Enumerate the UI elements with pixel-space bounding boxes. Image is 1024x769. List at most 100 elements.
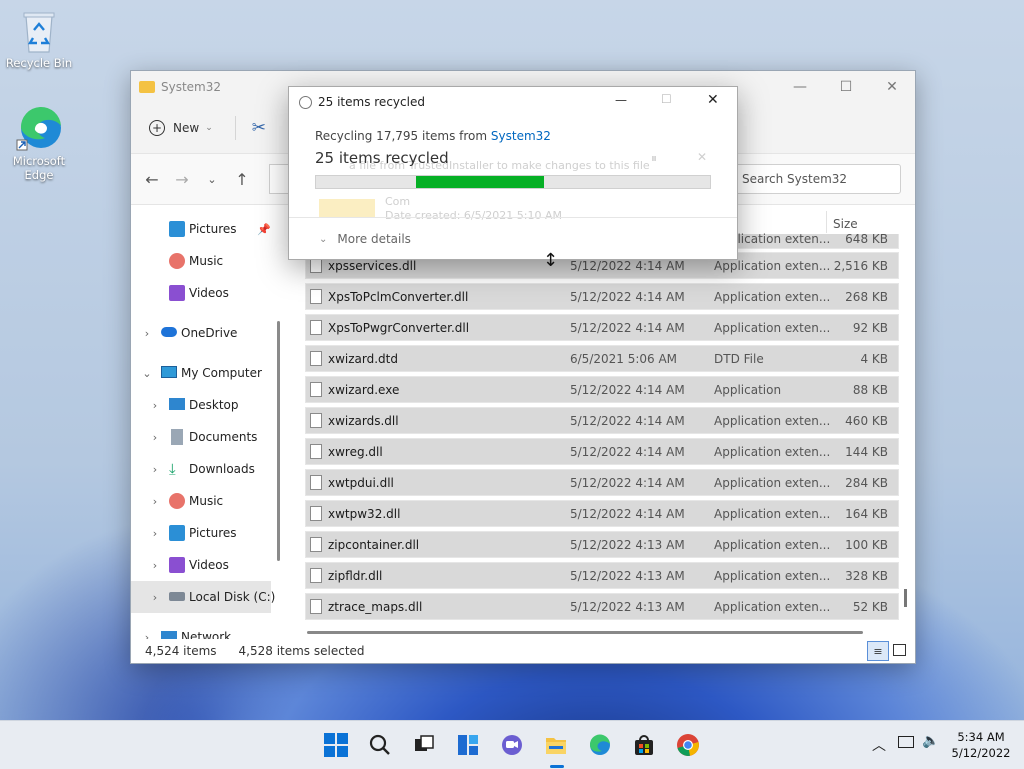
sidebar-item-onedrive[interactable]: › OneDrive: [131, 317, 283, 349]
sidebar-label: Network: [181, 630, 232, 639]
folder-icon: [139, 81, 155, 93]
chevron-up-icon[interactable]: ︿: [872, 735, 886, 755]
sidebar-item-videos[interactable]: Videos: [131, 277, 283, 309]
chevron-right-icon[interactable]: ›: [149, 431, 161, 444]
clock[interactable]: 5:34 AM 5/12/2022: [946, 729, 1016, 761]
start-icon[interactable]: [324, 733, 348, 757]
dialog-minimize-button[interactable]: —: [615, 93, 627, 107]
chrome-icon[interactable]: [676, 733, 700, 757]
dialog-close-button[interactable]: ✕: [707, 92, 719, 108]
sidebar-item-videos-2[interactable]: › Videos: [131, 549, 283, 581]
table-row[interactable]: xwizard.dtd 6/5/2021 5:06 AM DTD File 4 KB: [305, 345, 899, 372]
file-size: 268 KB: [845, 290, 888, 304]
store-icon[interactable]: [632, 733, 656, 757]
chevron-right-icon[interactable]: ›: [141, 631, 153, 640]
search-icon[interactable]: [368, 733, 392, 757]
sidebar-item-local-disk[interactable]: › Local Disk (C:): [131, 581, 275, 613]
sidebar-label: Documents: [189, 430, 258, 444]
network-icon: [161, 631, 177, 639]
edge-taskbar-icon[interactable]: [588, 733, 612, 757]
up-button[interactable]: ↑: [227, 170, 257, 189]
column-header-size[interactable]: Size: [833, 217, 858, 231]
file-list-scrollbar[interactable]: [904, 589, 907, 607]
clock-time: 5:34 AM: [957, 730, 1005, 744]
file-name: xwizards.dll: [328, 414, 399, 428]
chevron-right-icon[interactable]: ›: [149, 591, 161, 604]
file-icon: [310, 413, 322, 428]
back-button[interactable]: ←: [137, 170, 167, 189]
file-icon: [310, 258, 322, 273]
more-details-row[interactable]: ⌄ More details: [289, 217, 737, 260]
table-row[interactable]: XpsToPclmConverter.dll 5/12/2022 4:14 AM A…: [305, 283, 899, 310]
file-name: xwreg.dll: [328, 445, 383, 459]
toolbar-divider: [234, 116, 236, 140]
desktop-icon-recycle-bin[interactable]: Recycle Bin: [4, 8, 74, 70]
new-button[interactable]: + New ⌄: [149, 120, 213, 136]
chevron-down-icon[interactable]: ⌄: [141, 367, 153, 380]
sidebar-item-network[interactable]: › Network: [131, 621, 283, 639]
sidebar-item-my-computer[interactable]: ⌄ My Computer: [131, 357, 283, 389]
cut-icon[interactable]: ✂: [252, 118, 266, 138]
close-button[interactable]: ✕: [869, 71, 915, 103]
file-icon: [310, 289, 322, 304]
table-row[interactable]: xwizards.dll 5/12/2022 4:14 AM Application…: [305, 407, 899, 434]
ghost-folder-thumbnail: [319, 199, 375, 217]
file-size: 52 KB: [852, 600, 888, 614]
file-explorer-taskbar-icon[interactable]: [544, 733, 568, 757]
dialog-maximize-button[interactable]: ☐: [661, 92, 672, 106]
desktop-icon-edge[interactable]: Microsoft Edge: [4, 104, 74, 182]
window-title: System32: [161, 80, 222, 94]
file-name: ztrace_maps.dll: [328, 600, 423, 614]
sidebar-label: My Computer: [181, 366, 262, 380]
sidebar-item-documents[interactable]: › Documents: [131, 421, 283, 453]
forward-button[interactable]: →: [167, 170, 197, 189]
chat-icon[interactable]: [500, 733, 524, 757]
sidebar-item-music[interactable]: Music: [131, 245, 283, 277]
source-folder-link[interactable]: System32: [491, 129, 551, 143]
sidebar-item-desktop[interactable]: › Desktop: [131, 389, 283, 421]
widgets-icon[interactable]: [456, 733, 480, 757]
sidebar-label: Pictures: [189, 222, 237, 236]
volume-icon[interactable]: 🔈: [922, 733, 939, 749]
chevron-right-icon[interactable]: ›: [141, 327, 153, 340]
chevron-right-icon[interactable]: ›: [149, 399, 161, 412]
table-row[interactable]: ztrace_maps.dll 5/12/2022 4:13 AM Applicat…: [305, 593, 899, 620]
horizontal-scrollbar[interactable]: [307, 631, 863, 634]
table-row[interactable]: zipcontainer.dll 5/12/2022 4:13 AM Applica…: [305, 531, 899, 558]
chevron-right-icon[interactable]: ›: [149, 527, 161, 540]
tiles-view-icon[interactable]: [893, 644, 906, 656]
file-size: 144 KB: [845, 445, 888, 459]
chevron-right-icon[interactable]: ›: [149, 495, 161, 508]
pictures-icon: [169, 525, 185, 541]
table-row[interactable]: XpsToPwgrConverter.dll 5/12/2022 4:14 AM A…: [305, 314, 899, 341]
file-type: Application exten...: [714, 414, 831, 428]
file-type: Application exten...: [714, 290, 831, 304]
sidebar-item-music-2[interactable]: › Music: [131, 485, 283, 517]
table-row[interactable]: xwreg.dll 5/12/2022 4:14 AM Application ex…: [305, 438, 899, 465]
minimize-button[interactable]: —: [777, 71, 823, 103]
table-row[interactable]: zipfldr.dll 5/12/2022 4:13 AM Application …: [305, 562, 899, 589]
navigation-pane: Pictures 📌 Music Videos › OneDrive ⌄ My …: [131, 205, 283, 639]
sidebar-item-pictures-2[interactable]: › Pictures: [131, 517, 283, 549]
network-tray-icon[interactable]: [898, 736, 914, 748]
file-date: 5/12/2022 4:14 AM: [570, 290, 685, 304]
search-box[interactable]: Search System32: [727, 164, 901, 194]
file-date: 5/12/2022 4:14 AM: [570, 445, 685, 459]
status-bar: 4,524 items 4,528 items selected ≡: [131, 639, 915, 663]
recycling-status-line: Recycling 17,795 items from System32: [315, 129, 551, 143]
maximize-button[interactable]: ☐: [823, 71, 869, 103]
details-view-icon[interactable]: ≡: [867, 641, 889, 661]
sidebar-item-downloads[interactable]: › ⤓ Downloads: [131, 453, 283, 485]
music-icon: [169, 253, 185, 269]
navigation-scrollbar[interactable]: [277, 321, 280, 561]
file-date: 5/12/2022 4:14 AM: [570, 259, 685, 273]
chevron-right-icon[interactable]: ›: [149, 559, 161, 572]
table-row[interactable]: xwizard.exe 5/12/2022 4:14 AM Application 8…: [305, 376, 899, 403]
table-row[interactable]: xwtpw32.dll 5/12/2022 4:14 AM Application …: [305, 500, 899, 527]
task-view-icon[interactable]: [412, 733, 436, 757]
table-row[interactable]: xwtpdui.dll 5/12/2022 4:14 AM Application …: [305, 469, 899, 496]
file-size: 648 KB: [845, 232, 888, 246]
sidebar-item-pictures[interactable]: Pictures 📌: [131, 213, 283, 245]
chevron-right-icon[interactable]: ›: [149, 463, 161, 476]
recent-locations-button[interactable]: ⌄: [197, 173, 227, 186]
